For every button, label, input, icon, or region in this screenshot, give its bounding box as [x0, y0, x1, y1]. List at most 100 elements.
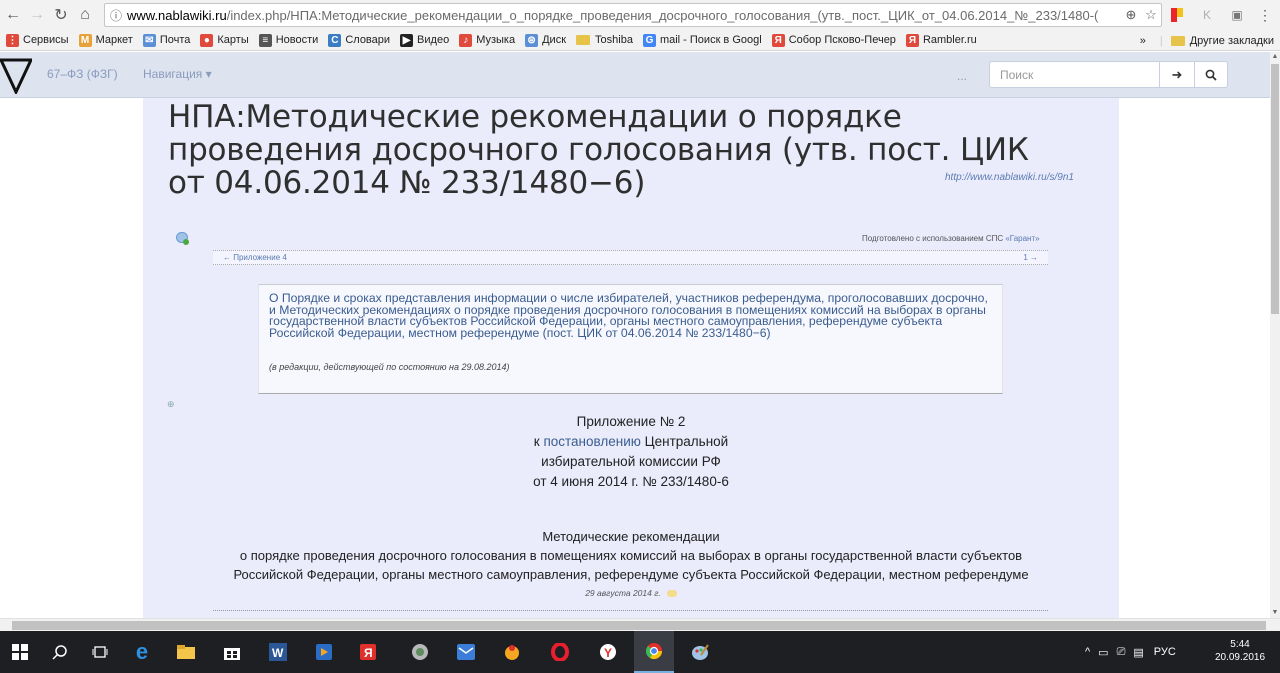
- resolution-link[interactable]: постановлению: [543, 434, 640, 449]
- appendix-date: от 4 июня 2014 г. № 233/1480-6: [533, 474, 729, 489]
- more-menu-button[interactable]: ...: [957, 69, 967, 83]
- document-title-link[interactable]: О Порядке и сроках представления информа…: [269, 292, 997, 339]
- bookmarks-right: » | Другие закладки: [1139, 34, 1274, 47]
- back-icon[interactable]: ←: [2, 4, 24, 26]
- tray-battery-icon[interactable]: ▭: [1098, 646, 1108, 659]
- bookmark-music[interactable]: ♪ Музыка: [459, 33, 515, 47]
- task-view-icon[interactable]: [80, 631, 120, 673]
- menu-icon[interactable]: ⋮: [1254, 4, 1276, 26]
- extension-flag-icon[interactable]: [1166, 4, 1188, 26]
- search-input[interactable]: Поиск: [989, 61, 1160, 88]
- bookmark-disk[interactable]: ⊜ Диск: [525, 33, 567, 47]
- language-indicator[interactable]: РУС: [1154, 646, 1176, 658]
- chrome-icon[interactable]: [634, 631, 674, 673]
- url-host: www.nablawiki.ru: [127, 7, 227, 23]
- disk-app-icon[interactable]: [400, 631, 440, 673]
- file-explorer-icon[interactable]: [166, 631, 206, 673]
- other-bookmarks-button[interactable]: Другие закладки: [1190, 35, 1274, 47]
- home-icon[interactable]: ⌂: [74, 4, 96, 26]
- scroll-thumb[interactable]: [1271, 64, 1279, 314]
- scroll-down-icon[interactable]: ▼: [1270, 608, 1280, 618]
- folder-icon: [1170, 35, 1185, 46]
- reload-icon[interactable]: ↻: [50, 4, 72, 26]
- bookmark-label: Toshiba: [595, 34, 633, 46]
- zoom-icon[interactable]: ⊕: [1121, 7, 1141, 23]
- svg-text:Y: Y: [604, 646, 612, 660]
- address-bar[interactable]: ⓘ www.nablawiki.ru/index.php/НПА:Методич…: [104, 3, 1162, 27]
- bookmark-toshiba[interactable]: Toshiba: [576, 34, 633, 46]
- media-player-icon[interactable]: [304, 631, 344, 673]
- short-link[interactable]: http://www.nablawiki.ru/s/9n1: [945, 172, 1074, 183]
- system-tray: ^ ▭ ⎚ ▤ РУС: [1085, 631, 1176, 673]
- yandex-icon: Я: [905, 33, 919, 47]
- bookmark-sobor[interactable]: Я Собор Псково-Печер: [771, 33, 896, 47]
- news-icon: ≡: [258, 33, 272, 47]
- bookmark-rambler[interactable]: Я Rambler.ru: [905, 33, 977, 47]
- bookmark-apps[interactable]: ⋮ Сервисы: [6, 33, 69, 47]
- bookmark-label: Новости: [275, 34, 319, 46]
- bookmark-label: Rambler.ru: [922, 34, 977, 46]
- next-page-link[interactable]: 1 →: [1023, 253, 1038, 262]
- info-icon[interactable]: ⓘ: [105, 7, 127, 24]
- clock[interactable]: 5:44 20.09.2016: [1210, 638, 1270, 664]
- network-icon[interactable]: ⎚: [1117, 646, 1126, 659]
- prepared-note: Подготовлено с использованием СПС «Гаран…: [862, 234, 1040, 243]
- bookmark-mail[interactable]: ✉ Почта: [142, 33, 190, 47]
- extension-icon[interactable]: K: [1196, 4, 1218, 26]
- mail-icon: ✉: [142, 33, 156, 47]
- hscroll-thumb[interactable]: [12, 621, 1266, 630]
- tray-chevron-icon[interactable]: ^: [1085, 646, 1090, 658]
- dictionary-icon: С: [328, 33, 342, 47]
- note-bubble-icon[interactable]: [666, 590, 677, 598]
- bookmark-star-icon[interactable]: ☆: [1141, 7, 1161, 23]
- bookmark-label: Диск: [542, 34, 567, 46]
- paint-icon[interactable]: [680, 631, 720, 673]
- divider: [213, 610, 1048, 611]
- apps-icon: ⋮: [6, 33, 19, 47]
- navigation-dropdown[interactable]: Навигация ▾: [143, 67, 212, 81]
- appendix-commission: избирательной комиссии РФ: [541, 454, 721, 469]
- yandex-browser-icon[interactable]: Я: [348, 631, 388, 673]
- bookmark-market[interactable]: М Маркет: [78, 33, 133, 47]
- comment-icon[interactable]: [176, 232, 189, 245]
- bookmark-label: Сервисы: [23, 34, 69, 46]
- search-icon[interactable]: [1194, 61, 1228, 88]
- bookmark-video[interactable]: ▶ Видео: [400, 33, 449, 47]
- opera-icon[interactable]: [540, 631, 580, 673]
- prev-appendix-link[interactable]: ← Приложение 4: [223, 253, 287, 262]
- word-icon[interactable]: W: [258, 631, 298, 673]
- page-title: НПА:Методические рекомендации о порядке …: [168, 99, 1029, 201]
- extension-box-icon[interactable]: ▣: [1226, 4, 1248, 26]
- store-icon[interactable]: [212, 631, 252, 673]
- edition-date-text: 29 августа 2014 г.: [585, 588, 661, 598]
- pidgin-icon[interactable]: [492, 631, 532, 673]
- prepared-text: Подготовлено с использованием СПС: [862, 234, 1006, 243]
- horizontal-scrollbar[interactable]: [0, 618, 1280, 631]
- forward-icon[interactable]: →: [26, 4, 48, 26]
- methods-heading: Методические рекомендации о порядке пров…: [143, 527, 1119, 584]
- bookmarks-overflow-button[interactable]: »: [1140, 35, 1146, 47]
- folder-icon: [576, 35, 591, 45]
- bookmark-google-mail[interactable]: Gmail - Поиск в Googl: [642, 33, 762, 47]
- anchor-icon[interactable]: ⊕: [167, 399, 175, 410]
- bookmark-news[interactable]: ≡ Новости: [258, 33, 319, 47]
- vertical-scrollbar[interactable]: ▲ ▼: [1270, 52, 1280, 618]
- bookmark-maps[interactable]: ● Карты: [200, 33, 249, 47]
- garant-link[interactable]: «Гарант»: [1005, 234, 1039, 243]
- scroll-up-icon[interactable]: ▲: [1270, 52, 1280, 62]
- appendix-number: Приложение № 2: [576, 414, 686, 429]
- appendix-prefix: к: [533, 434, 544, 449]
- notifications-icon[interactable]: ▤: [1133, 646, 1143, 659]
- mail-app-icon[interactable]: [446, 631, 486, 673]
- url-text[interactable]: www.nablawiki.ru/index.php/НПА:Методичес…: [127, 8, 1121, 23]
- bookmark-dictionaries[interactable]: С Словари: [328, 33, 390, 47]
- yandex-icon: Я: [771, 33, 785, 47]
- url-path: /index.php/НПА:Методические_рекомендации…: [226, 7, 1099, 23]
- yandex-icon[interactable]: Y: [588, 631, 628, 673]
- go-arrow-icon[interactable]: ➜: [1159, 61, 1195, 88]
- search-icon[interactable]: [40, 631, 80, 673]
- nabla-logo-icon[interactable]: [0, 56, 32, 94]
- site-brand-link[interactable]: 67–ФЗ (ФЗГ): [47, 67, 118, 81]
- windows-start-icon[interactable]: [0, 631, 40, 673]
- edge-icon[interactable]: e: [122, 631, 162, 673]
